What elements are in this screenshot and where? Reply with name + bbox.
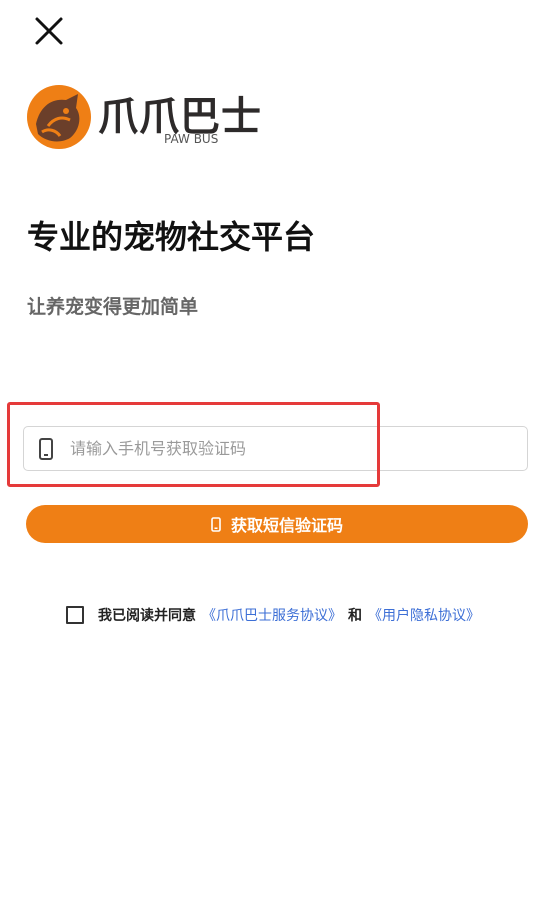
phone-icon <box>24 437 68 460</box>
phone-input[interactable] <box>68 426 527 471</box>
agreement-row: 我已阅读并同意 《爪爪巴士服务协议》 和 《用户隐私协议》 <box>66 605 480 625</box>
logo-mark-icon <box>27 85 91 149</box>
agree-checkbox[interactable] <box>66 606 84 624</box>
app-logo: 爪爪巴士 PAW BUS <box>26 84 296 154</box>
privacy-agreement-link[interactable]: 《用户隐私协议》 <box>368 605 480 625</box>
logo-subname: PAW BUS <box>164 132 219 146</box>
phone-input-field[interactable] <box>23 426 528 471</box>
agreement-conjunction: 和 <box>348 608 362 624</box>
agreement-prefix: 我已阅读并同意 <box>98 608 196 624</box>
service-agreement-link[interactable]: 《爪爪巴士服务协议》 <box>202 605 342 625</box>
get-code-button[interactable]: 获取短信验证码 <box>26 505 528 543</box>
get-code-label: 获取短信验证码 <box>230 516 343 535</box>
page-subtitle: 让养宠变得更加简单 <box>27 296 199 318</box>
phone-icon <box>211 516 221 532</box>
page-title: 专业的宠物社交平台 <box>27 218 316 256</box>
close-button[interactable] <box>30 12 68 50</box>
close-icon <box>35 17 63 45</box>
